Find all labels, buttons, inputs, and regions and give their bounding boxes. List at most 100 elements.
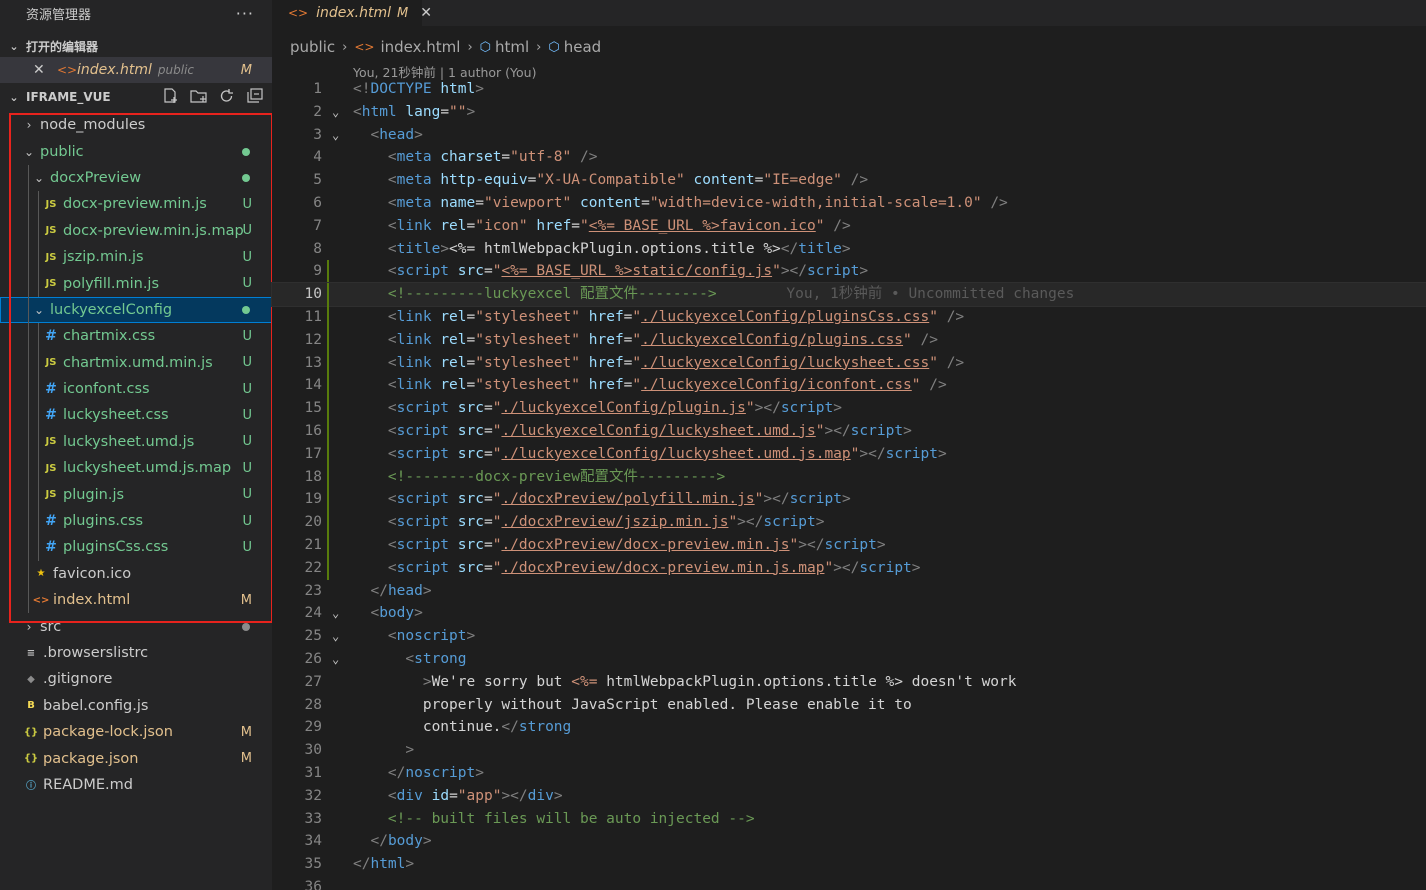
code-line[interactable]: 1 <!DOCTYPE html>	[272, 78, 1426, 101]
code-line[interactable]: 27 >We're sorry but <%= htmlWebpackPlugi…	[272, 671, 1426, 694]
code-line[interactable]: 32 <div id="app"></div>	[272, 785, 1426, 808]
code-line[interactable]: 7 <link rel="icon" href="<%= BASE_URL %>…	[272, 215, 1426, 238]
breadcrumb-item[interactable]: index.html	[380, 38, 460, 56]
code-line[interactable]: 33 <!-- built files will be auto injecte…	[272, 808, 1426, 831]
tree-file[interactable]: ◆ .gitignore	[0, 666, 272, 692]
breadcrumb-item[interactable]: html	[495, 38, 529, 56]
tree-file[interactable]: Bbabel.config.js	[0, 693, 272, 719]
code-line[interactable]: 6 <meta name="viewport" content="width=d…	[272, 192, 1426, 215]
tree-file[interactable]: ⓘ README.md	[0, 772, 272, 798]
code-line[interactable]: 13 <link rel="stylesheet" href="./luckye…	[272, 351, 1426, 375]
new-folder-icon[interactable]	[190, 88, 208, 104]
code-token: script	[396, 400, 450, 417]
code-line[interactable]: 4 <meta charset="utf-8" />	[272, 146, 1426, 169]
code-line[interactable]: 15 <script src="./luckyexcelConfig/plugi…	[272, 397, 1426, 420]
tree-file[interactable]: JS luckysheet.umd.js.map U	[0, 455, 272, 482]
tree-folder[interactable]: ⌄ public	[0, 138, 272, 164]
code-view[interactable]: 1 <!DOCTYPE html> 2 ⌄ <html lang=""> 3 ⌄ <head…	[271, 78, 1426, 890]
code-line[interactable]: 20 <script src="./docxPreview/jszip.min.…	[272, 511, 1426, 534]
code-line[interactable]: 29 continue.</strong	[272, 716, 1426, 739]
fold-chevron-icon[interactable]: ⌄	[332, 648, 339, 671]
close-icon[interactable]: ✕	[420, 5, 432, 21]
tree-file[interactable]: {} package.json M	[0, 745, 272, 771]
collapse-all-icon[interactable]	[246, 88, 264, 104]
project-section[interactable]: ⌄ IFRAME_VUE	[0, 85, 272, 109]
fold-chevron-icon[interactable]: ⌄	[332, 101, 339, 124]
tree-file[interactable]: {} package-lock.json M	[0, 719, 272, 745]
git-change-bar[interactable]	[327, 397, 329, 420]
code-line[interactable]: 24 ⌄ <body>	[272, 602, 1426, 625]
fold-chevron-icon[interactable]: ⌄	[332, 602, 339, 625]
code-line[interactable]: 19 <script src="./docxPreview/polyfill.m…	[272, 488, 1426, 512]
tree-file[interactable]: JS plugin.js U	[0, 481, 272, 508]
tree-file[interactable]: JS docx-preview.min.js.map U	[0, 217, 272, 244]
tree-folder[interactable]: ⌄ docxPreview	[0, 164, 272, 192]
code-line[interactable]: 35 </html>	[272, 853, 1426, 876]
code-line[interactable]: 17 <script src="./luckyexcelConfig/lucky…	[272, 442, 1426, 466]
tree-file[interactable]: # iconfont.css U	[0, 375, 272, 403]
tree-folder[interactable]: ⌄ luckyexcelConfig	[0, 296, 272, 324]
code-line[interactable]: 22 <script src="./docxPreview/docx-previ…	[272, 556, 1426, 580]
git-change-bar[interactable]	[327, 305, 329, 329]
code-line[interactable]: 8 <title><%= htmlWebpackPlugin.options.t…	[272, 238, 1426, 261]
open-editors-section[interactable]: ⌄ 打开的编辑器	[0, 35, 272, 57]
git-change-bar[interactable]	[327, 533, 329, 557]
code-line[interactable]: 9 <script src="<%= BASE_URL %>static/con…	[272, 260, 1426, 284]
tree-file[interactable]: JS polyfill.min.js U	[0, 270, 272, 297]
code-line[interactable]: 10 <!---------luckyexcel 配置文件--------> Y…	[271, 282, 1426, 307]
code-line[interactable]: 14 <link rel="stylesheet" href="./luckye…	[272, 374, 1426, 398]
code-line[interactable]: 26 ⌄ <strong	[272, 648, 1426, 671]
breadcrumb-item[interactable]: public	[290, 38, 335, 56]
tree-file[interactable]: JS chartmix.umd.min.js U	[0, 349, 272, 376]
code-line[interactable]: 36	[272, 876, 1426, 890]
code-line[interactable]: 31 </noscript>	[272, 762, 1426, 785]
git-change-bar[interactable]	[327, 511, 329, 534]
tree-folder[interactable]: › node_modules	[0, 112, 272, 138]
code-line[interactable]: 23 </head>	[272, 580, 1426, 603]
fold-chevron-icon[interactable]: ⌄	[332, 625, 339, 648]
code-line[interactable]: 12 <link rel="stylesheet" href="./luckye…	[272, 328, 1426, 352]
fold-chevron-icon[interactable]: ⌄	[332, 124, 339, 147]
close-icon[interactable]: ✕	[33, 62, 49, 78]
more-actions-icon[interactable]: ···	[236, 4, 254, 23]
code-line[interactable]: 28 properly without JavaScript enabled. …	[272, 694, 1426, 717]
code-line[interactable]: 11 <link rel="stylesheet" href="./luckye…	[272, 305, 1426, 329]
code-line[interactable]: 5 <meta http-equiv="X-UA-Compatible" con…	[272, 169, 1426, 192]
git-change-bar[interactable]	[327, 556, 329, 580]
code-line[interactable]: 30 >	[272, 739, 1426, 762]
code-line[interactable]: 25 ⌄ <noscript>	[272, 625, 1426, 648]
tree-file[interactable]: # luckysheet.css U	[0, 402, 272, 429]
git-change-bar[interactable]	[327, 374, 329, 398]
line-number: 7	[313, 217, 322, 234]
refresh-icon[interactable]	[218, 88, 236, 104]
code-line[interactable]: 2 ⌄ <html lang="">	[272, 101, 1426, 124]
git-change-bar[interactable]	[327, 328, 329, 352]
code-line[interactable]: 34 </body>	[272, 830, 1426, 853]
code-line[interactable]: 21 <script src="./docxPreview/docx-previ…	[272, 533, 1426, 557]
tree-file[interactable]: JS docx-preview.min.js U	[0, 191, 272, 218]
open-editor-item[interactable]: ✕ <> index.html public M	[0, 57, 272, 83]
breadcrumb-item[interactable]: head	[564, 38, 601, 56]
new-file-icon[interactable]	[162, 88, 180, 104]
tree-file[interactable]: <> index.html M	[0, 587, 272, 614]
tree-file[interactable]: ★ favicon.ico	[0, 560, 272, 588]
code-line[interactable]: 3 ⌄ <head>	[272, 124, 1426, 147]
tab-index-html[interactable]: <> index.html M ✕	[272, 0, 432, 26]
tree-file[interactable]: ≡ .browserslistrc	[0, 640, 272, 666]
tree-file[interactable]: # pluginsCss.css U	[0, 534, 272, 561]
code-line[interactable]: 16 <script src="./luckyexcelConfig/lucky…	[272, 419, 1426, 443]
git-change-bar[interactable]	[327, 442, 329, 466]
git-change-bar[interactable]	[327, 465, 329, 489]
git-change-bar[interactable]	[327, 419, 329, 443]
tree-file[interactable]: # chartmix.css U	[0, 323, 272, 350]
git-change-bar[interactable]	[327, 283, 329, 306]
git-change-bar[interactable]	[327, 351, 329, 375]
tree-folder[interactable]: › src	[0, 613, 272, 639]
tree-file[interactable]: JS jszip.min.js U	[0, 243, 272, 271]
tree-file[interactable]: # plugins.css U	[0, 507, 272, 535]
code-line[interactable]: 18 <!--------docx-preview配置文件--------->	[272, 465, 1426, 489]
git-change-bar[interactable]	[327, 260, 329, 284]
tree-file[interactable]: JS luckysheet.umd.js U	[0, 428, 272, 456]
git-change-bar[interactable]	[327, 488, 329, 512]
